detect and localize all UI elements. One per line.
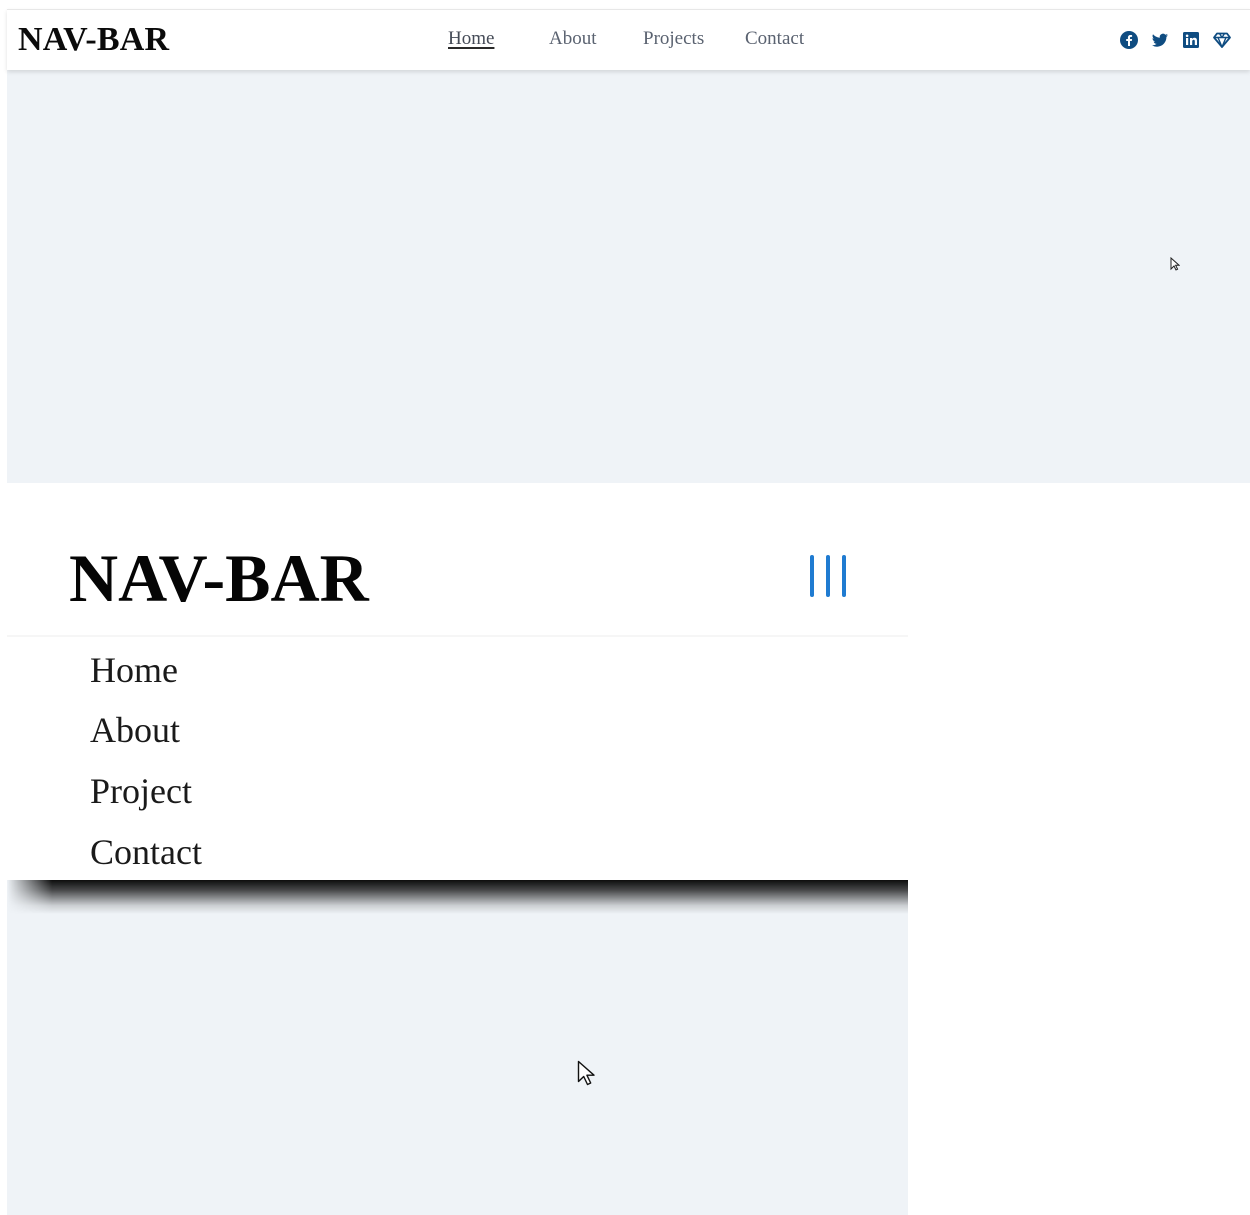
nav-link-home[interactable]: Home xyxy=(448,28,494,50)
mobile-content-area xyxy=(7,880,908,1215)
mobile-view: NAV-BAR Home About Project Contact xyxy=(7,483,908,1215)
mouse-cursor-icon xyxy=(1170,256,1181,276)
mobile-menu: Home About Project Contact xyxy=(7,637,908,880)
mouse-cursor-icon xyxy=(577,1060,597,1091)
facebook-icon[interactable] xyxy=(1119,30,1139,50)
nav-link-projects[interactable]: Projects xyxy=(643,28,704,50)
nav-link-about[interactable]: About xyxy=(549,28,597,50)
desktop-view: NAV-BAR Home About Projects Contact xyxy=(7,9,1250,483)
nav-link-contact[interactable]: Contact xyxy=(745,28,804,50)
desktop-navbar: NAV-BAR Home About Projects Contact xyxy=(7,9,1250,70)
menu-drop-shadow xyxy=(7,880,908,914)
brand-logo[interactable]: NAV-BAR xyxy=(18,21,169,59)
mobile-brand-logo[interactable]: NAV-BAR xyxy=(69,540,369,616)
mobile-menu-item-home[interactable]: Home xyxy=(90,649,178,691)
hamburger-icon[interactable] xyxy=(807,555,851,597)
mobile-menu-item-project[interactable]: Project xyxy=(90,770,192,812)
gem-icon[interactable] xyxy=(1212,30,1232,50)
mobile-navbar: NAV-BAR xyxy=(7,483,908,637)
linkedin-icon[interactable] xyxy=(1181,30,1201,50)
mobile-menu-item-contact[interactable]: Contact xyxy=(90,831,202,873)
mobile-menu-item-about[interactable]: About xyxy=(90,709,180,751)
twitter-icon[interactable] xyxy=(1150,30,1170,50)
